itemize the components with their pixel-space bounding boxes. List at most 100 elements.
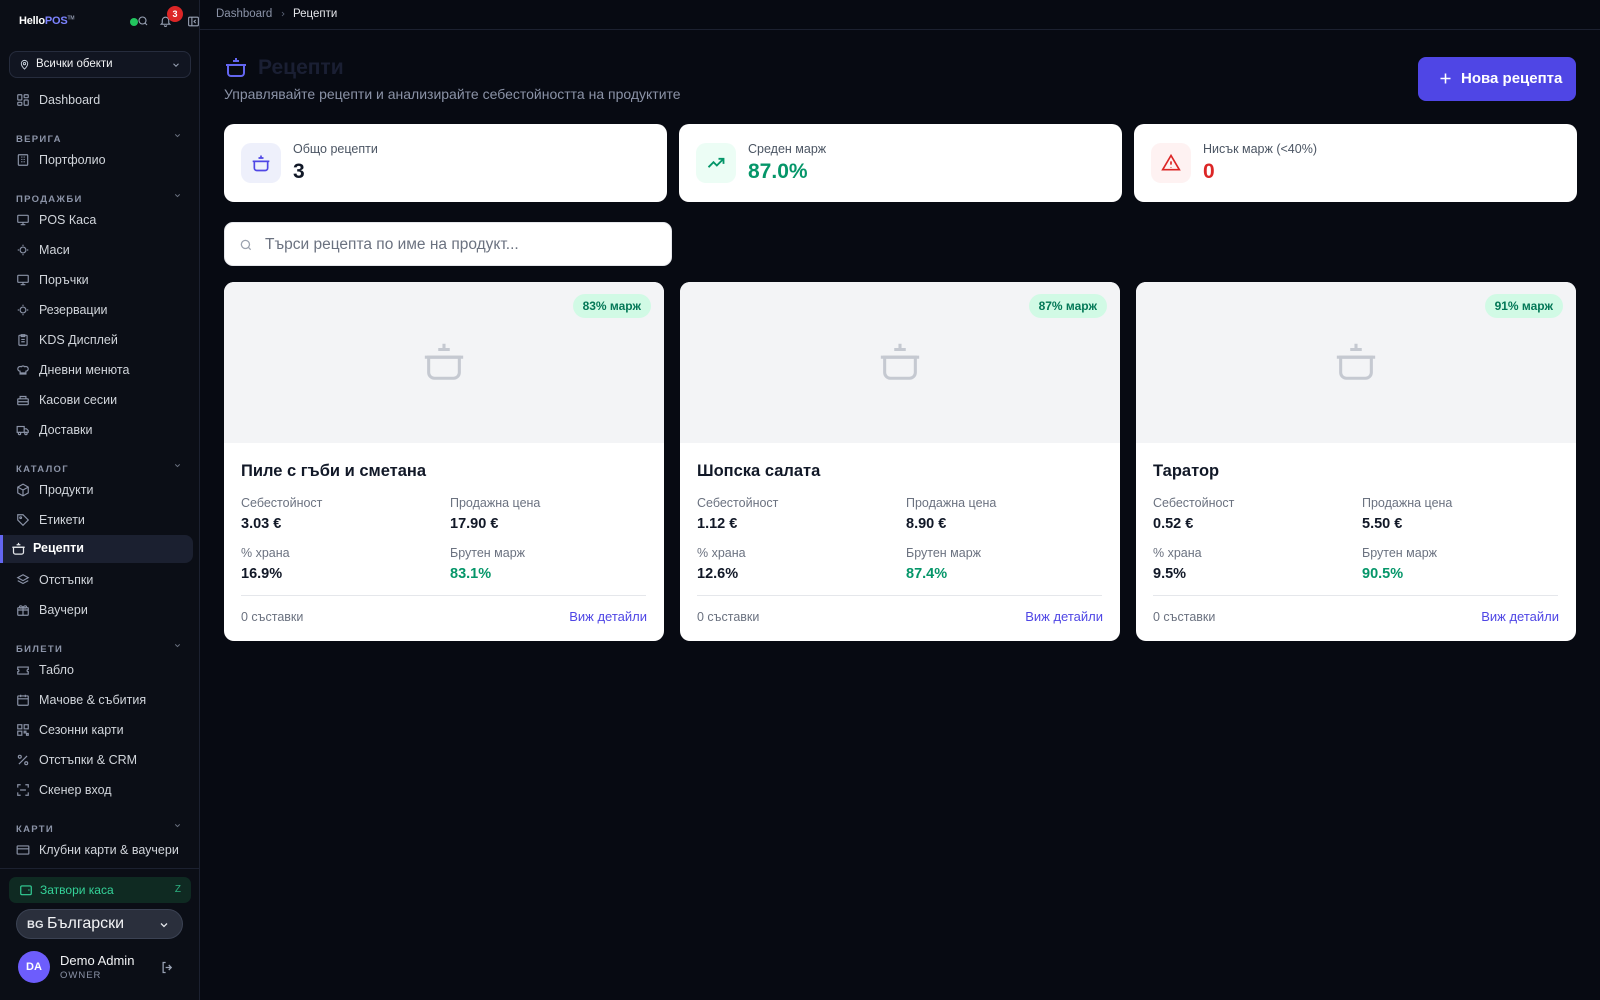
monitor-icon bbox=[16, 213, 30, 227]
stat-value: 0 bbox=[1203, 160, 1215, 183]
section-label: КАТАЛОГ bbox=[16, 464, 69, 475]
sidebar-item-orders[interactable]: Поръчки bbox=[0, 268, 200, 294]
sidebar-item-portfolio[interactable]: Портфолио bbox=[0, 148, 200, 174]
table-icon bbox=[16, 243, 30, 257]
recipe-card[interactable]: 83% марж Пиле с гъби и сметана Себестойн… bbox=[224, 282, 664, 641]
user-role: OWNER bbox=[60, 970, 102, 981]
sidebar-item-label: Касови сесии bbox=[39, 393, 118, 407]
chevron-down-icon bbox=[171, 60, 181, 70]
chevron-down-icon bbox=[173, 641, 182, 650]
ingredients-count: 0 съставки bbox=[1153, 610, 1216, 624]
sidebar-item-label: Ваучери bbox=[39, 603, 88, 617]
sidebar-item-products[interactable]: Продукти bbox=[0, 478, 200, 504]
section-label: БИЛЕТИ bbox=[16, 644, 64, 655]
sidebar-item-reservations[interactable]: Резервации bbox=[0, 298, 200, 324]
monitor-icon bbox=[16, 273, 30, 287]
section-cards[interactable]: КАРТИ bbox=[16, 819, 184, 835]
truck-icon bbox=[16, 423, 30, 437]
stat-icon-box bbox=[241, 143, 281, 183]
chevron-down-icon bbox=[173, 191, 182, 200]
calendar-icon bbox=[16, 693, 30, 707]
credit-card-icon bbox=[16, 843, 30, 857]
search-icon[interactable] bbox=[137, 15, 149, 27]
new-recipe-button[interactable]: Нова рецепта bbox=[1418, 57, 1576, 101]
sidebar-item-label: Резервации bbox=[39, 303, 108, 317]
percent-icon bbox=[16, 753, 30, 767]
cooking-pot-icon bbox=[1333, 338, 1379, 384]
view-details-link[interactable]: Виж детайли bbox=[1481, 609, 1559, 624]
stat-label: Среден марж bbox=[748, 142, 827, 156]
cooking-pot-icon bbox=[421, 338, 467, 384]
sidebar-divider bbox=[0, 868, 200, 869]
recipe-name: Пиле с гъби и сметана bbox=[241, 462, 427, 480]
sidebar-collapse-icon[interactable] bbox=[187, 15, 200, 28]
cost-value: 1.12 € bbox=[697, 516, 738, 532]
cooking-pot-icon bbox=[11, 541, 26, 556]
card-divider bbox=[241, 595, 646, 596]
view-details-link[interactable]: Виж детайли bbox=[569, 609, 647, 624]
sidebar-item-deliveries[interactable]: Доставки bbox=[0, 418, 200, 444]
avatar[interactable]: DA bbox=[18, 951, 50, 983]
section-chain[interactable]: ВЕРИГА bbox=[16, 129, 184, 145]
section-label: ПРОДАЖБИ bbox=[16, 194, 83, 205]
sidebar-item-label: Отстъпки & CRM bbox=[39, 753, 138, 767]
sidebar-item-scanner[interactable]: Скенер вход bbox=[0, 778, 200, 804]
sidebar-item-pos[interactable]: POS Каса bbox=[0, 208, 200, 234]
recipe-card[interactable]: 87% марж Шопска салата Себестойност 1.12… bbox=[680, 282, 1120, 641]
breadcrumb-dashboard-link[interactable]: Dashboard bbox=[216, 8, 272, 20]
cost-label: Себестойност bbox=[1153, 496, 1235, 510]
sale-price-label: Продажна цена bbox=[1362, 496, 1453, 510]
search-input[interactable] bbox=[265, 233, 655, 257]
sidebar-item-labels[interactable]: Етикети bbox=[0, 508, 200, 534]
chevron-down-icon bbox=[173, 461, 182, 470]
language-flag: BG bbox=[27, 919, 44, 931]
margin-badge: 87% марж bbox=[1028, 294, 1107, 318]
view-details-link[interactable]: Виж детайли bbox=[1025, 609, 1103, 624]
recipe-card[interactable]: 91% марж Таратор Себестойност 0.52 € Про… bbox=[1136, 282, 1576, 641]
app-logo[interactable]: HelloPOSTM bbox=[19, 15, 75, 27]
section-sales[interactable]: ПРОДАЖБИ bbox=[16, 189, 184, 205]
section-tickets[interactable]: БИЛЕТИ bbox=[16, 639, 184, 655]
sidebar-item-recipes[interactable]: Рецепти bbox=[0, 535, 193, 563]
building-icon bbox=[16, 153, 30, 167]
breadcrumb: Dashboard Рецепти bbox=[200, 0, 1600, 30]
sidebar-item-cash-sessions[interactable]: Касови сесии bbox=[0, 388, 200, 414]
section-label: КАРТИ bbox=[16, 824, 55, 835]
sidebar-item-vouchers[interactable]: Ваучери bbox=[0, 598, 200, 624]
cost-label: Себестойност bbox=[697, 496, 779, 510]
sidebar-item-discounts[interactable]: Отстъпки bbox=[0, 568, 200, 594]
close-cash-button[interactable]: Затвори каса Z bbox=[9, 877, 191, 903]
sidebar-header: HelloPOSTM 3 bbox=[0, 0, 200, 44]
sidebar-item-discounts-crm[interactable]: Отстъпки & CRM bbox=[0, 748, 200, 774]
sidebar-item-club-cards[interactable]: Клубни карти & ваучери bbox=[0, 838, 200, 864]
cooking-pot-icon bbox=[877, 338, 923, 384]
gross-margin-label: Брутен марж bbox=[1362, 546, 1438, 560]
margin-badge: 91% марж bbox=[1484, 294, 1563, 318]
cash-register-icon bbox=[16, 393, 30, 407]
sidebar-item-daily-menus[interactable]: Дневни менюта bbox=[0, 358, 200, 384]
new-recipe-button-label: Нова рецепта bbox=[1461, 70, 1563, 87]
sidebar-item-tables[interactable]: Маси bbox=[0, 238, 200, 264]
sidebar-item-kds[interactable]: KDS Дисплей bbox=[0, 328, 200, 354]
location-select[interactable]: Всички обекти bbox=[9, 51, 191, 78]
sidebar-item-label: Портфолио bbox=[39, 153, 106, 167]
gift-icon bbox=[16, 603, 30, 617]
sale-price-value: 17.90 € bbox=[450, 516, 499, 532]
sidebar-item-board[interactable]: Табло bbox=[0, 658, 200, 684]
search-icon bbox=[239, 238, 253, 252]
sidebar-item-season-cards[interactable]: Сезонни карти bbox=[0, 718, 200, 744]
register-icon bbox=[19, 883, 33, 897]
language-select[interactable]: BG Български bbox=[16, 909, 183, 939]
sidebar-item-matches[interactable]: Мачове & събития bbox=[0, 688, 200, 714]
chevron-down-icon bbox=[173, 131, 182, 140]
layers-icon bbox=[16, 573, 30, 587]
reservation-icon bbox=[16, 303, 30, 317]
gross-margin-value: 83.1% bbox=[450, 566, 492, 582]
section-catalog[interactable]: КАТАЛОГ bbox=[16, 459, 184, 475]
sidebar-item-label: Скенер вход bbox=[39, 783, 112, 797]
ingredients-count: 0 съставки bbox=[697, 610, 760, 624]
page-title: Рецепти bbox=[258, 56, 344, 79]
logout-icon[interactable] bbox=[160, 960, 175, 975]
sidebar-item-dashboard[interactable]: Dashboard bbox=[0, 88, 200, 114]
sidebar-item-label: Продукти bbox=[39, 483, 94, 497]
